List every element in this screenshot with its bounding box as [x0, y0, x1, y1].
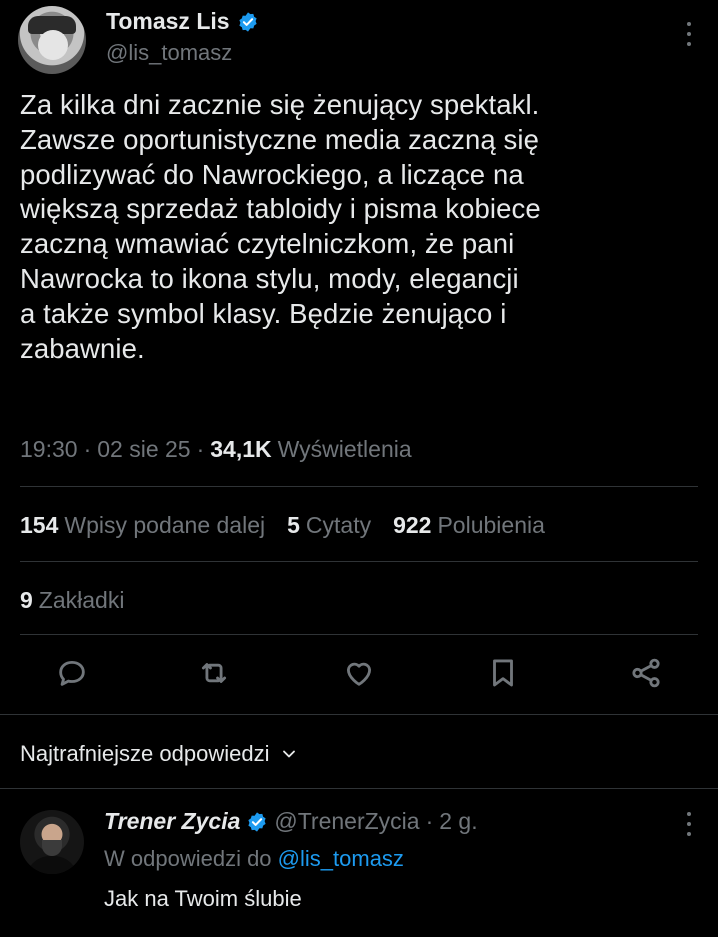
- reply-to-line: W odpowiedzi do @lis_tomasz: [104, 846, 404, 872]
- bookmarks-label: Zakładki: [38, 587, 125, 613]
- retweet-icon: [201, 663, 227, 683]
- share-button[interactable]: [629, 656, 663, 690]
- quotes-count: 5: [287, 512, 300, 538]
- reply-header: Trener Zycia @TrenerZycia · 2 g.: [104, 808, 478, 835]
- likes-label: Polubienia: [437, 512, 545, 538]
- avatar-face: [38, 30, 68, 60]
- divider: [20, 634, 698, 635]
- replies-sort-label: Najtrafniejsze odpowiedzi: [20, 741, 270, 766]
- author-avatar[interactable]: [18, 6, 86, 74]
- reply-author-name[interactable]: Trener Zycia: [104, 808, 240, 835]
- more-options-icon[interactable]: [686, 22, 692, 46]
- verified-badge-icon: [238, 11, 257, 32]
- bookmark-icon: [493, 659, 513, 687]
- verified-badge-icon: [248, 811, 266, 832]
- tweet-action-bar: [0, 656, 718, 696]
- quotes-stat[interactable]: 5 Cytaty: [287, 512, 371, 539]
- tweet-meta: 19:30 · 02 sie 25 · 34,1K Wyświetlenia: [20, 436, 412, 463]
- meta-separator: ·: [196, 436, 205, 462]
- tweet-date[interactable]: 02 sie 25: [97, 436, 190, 463]
- meta-separator: ·: [83, 436, 92, 462]
- more-options-icon[interactable]: [686, 812, 692, 836]
- share-icon: [632, 658, 660, 688]
- likes-stat[interactable]: 922 Polubienia: [393, 512, 545, 539]
- divider: [0, 714, 718, 715]
- reply-button[interactable]: [55, 656, 89, 690]
- author-name-row: Tomasz Lis: [106, 8, 259, 35]
- bookmark-button[interactable]: [486, 656, 520, 690]
- meta-separator: ·: [425, 808, 434, 834]
- tweet-text: Za kilka dni zacznie się żenujący spekta…: [20, 89, 541, 364]
- reply-to-prefix: W odpowiedzi do: [104, 846, 272, 871]
- views-count: 34,1K: [210, 436, 272, 462]
- avatar-body: [26, 856, 78, 874]
- reply-avatar[interactable]: [20, 810, 84, 874]
- likes-count: 922: [393, 512, 432, 538]
- engagement-stats: 154 Wpisy podane dalej 5 Cytaty 922 Polubie…: [20, 512, 545, 539]
- author-handle[interactable]: @lis_tomasz: [106, 40, 232, 66]
- reply-author-handle[interactable]: @TrenerZycia: [274, 808, 419, 835]
- reply-icon: [59, 660, 85, 686]
- avatar-beard: [42, 840, 62, 856]
- divider: [0, 788, 718, 789]
- like-button[interactable]: [342, 656, 376, 690]
- replies-sort-dropdown[interactable]: Najtrafniejsze odpowiedzi: [20, 741, 299, 767]
- retweet-button[interactable]: [197, 656, 231, 690]
- reply-to-mention[interactable]: @lis_tomasz: [278, 846, 404, 871]
- quotes-label: Cytaty: [305, 512, 372, 538]
- views-label: Wyświetlenia: [277, 436, 412, 462]
- chevron-down-icon: [283, 750, 296, 758]
- bookmarks-count: 9: [20, 587, 33, 613]
- like-icon: [346, 662, 372, 686]
- retweets-count: 154: [20, 512, 59, 538]
- bookmarks-stat[interactable]: 9 Zakładki: [20, 587, 124, 614]
- retweets-stat[interactable]: 154 Wpisy podane dalej: [20, 512, 265, 539]
- author-display-name[interactable]: Tomasz Lis: [106, 8, 230, 35]
- retweets-label: Wpisy podane dalej: [64, 512, 266, 538]
- divider: [20, 486, 698, 487]
- tweet-time[interactable]: 19:30: [20, 436, 78, 463]
- reply-age[interactable]: 2 g.: [439, 808, 477, 835]
- reply-text: Jak na Twoim ślubie: [104, 886, 302, 911]
- divider: [20, 561, 698, 562]
